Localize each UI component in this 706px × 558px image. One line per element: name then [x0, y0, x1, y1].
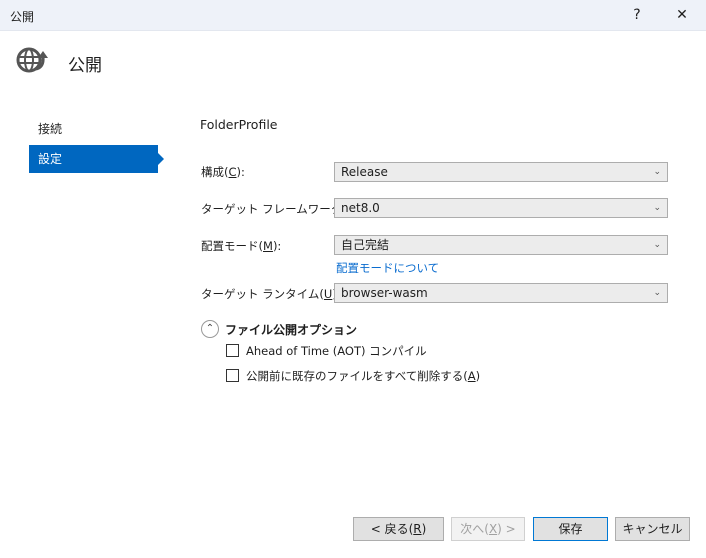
configuration-label: 構成(C): [201, 165, 245, 179]
aot-label: Ahead of Time (AOT) コンパイル [246, 344, 427, 358]
deployment-mode-label: 配置モード(M): [201, 239, 282, 253]
sidebar-item-settings[interactable]: 設定 [29, 145, 164, 173]
chevron-down-icon: ⌄ [653, 167, 661, 177]
deployment-mode-link[interactable]: 配置モードについて [336, 260, 439, 276]
close-button[interactable]: ✕ [668, 4, 696, 26]
help-button[interactable]: ? [623, 4, 651, 26]
file-publish-options-heading: ファイル公開オプション [225, 323, 358, 337]
chevron-up-icon: ⌃ [205, 323, 215, 334]
chevron-down-icon: ⌄ [653, 288, 661, 298]
target-runtime-dropdown[interactable]: browser-wasm ⌄ [334, 283, 668, 303]
collapse-options-button[interactable]: ⌃ [201, 320, 219, 338]
window-title: 公開 [10, 10, 35, 24]
delete-existing-files-label: 公開前に既存のファイルをすべて削除する(A) [246, 369, 481, 383]
chevron-down-icon: ⌄ [653, 240, 661, 250]
configuration-dropdown[interactable]: Release ⌄ [334, 162, 668, 182]
next-button: 次へ(X) > [451, 517, 525, 541]
title-bar: 公開 ? ✕ [0, 0, 706, 31]
aot-checkbox[interactable] [226, 344, 239, 357]
profile-name: FolderProfile [200, 117, 278, 132]
back-button[interactable]: < 戻る(R) [353, 517, 444, 541]
save-button[interactable]: 保存 [533, 517, 608, 541]
sidebar-item-connection[interactable]: 接続 [29, 115, 158, 143]
cancel-button[interactable]: キャンセル [615, 517, 690, 541]
page-title: 公開 [68, 56, 102, 76]
globe-publish-icon [16, 47, 48, 73]
chevron-down-icon: ⌄ [653, 203, 661, 213]
deployment-mode-dropdown[interactable]: 自己完結 ⌄ [334, 235, 668, 255]
target-runtime-label: ターゲット ランタイム(U): [201, 287, 341, 301]
delete-existing-files-checkbox[interactable] [226, 369, 239, 382]
target-framework-dropdown[interactable]: net8.0 ⌄ [334, 198, 668, 218]
